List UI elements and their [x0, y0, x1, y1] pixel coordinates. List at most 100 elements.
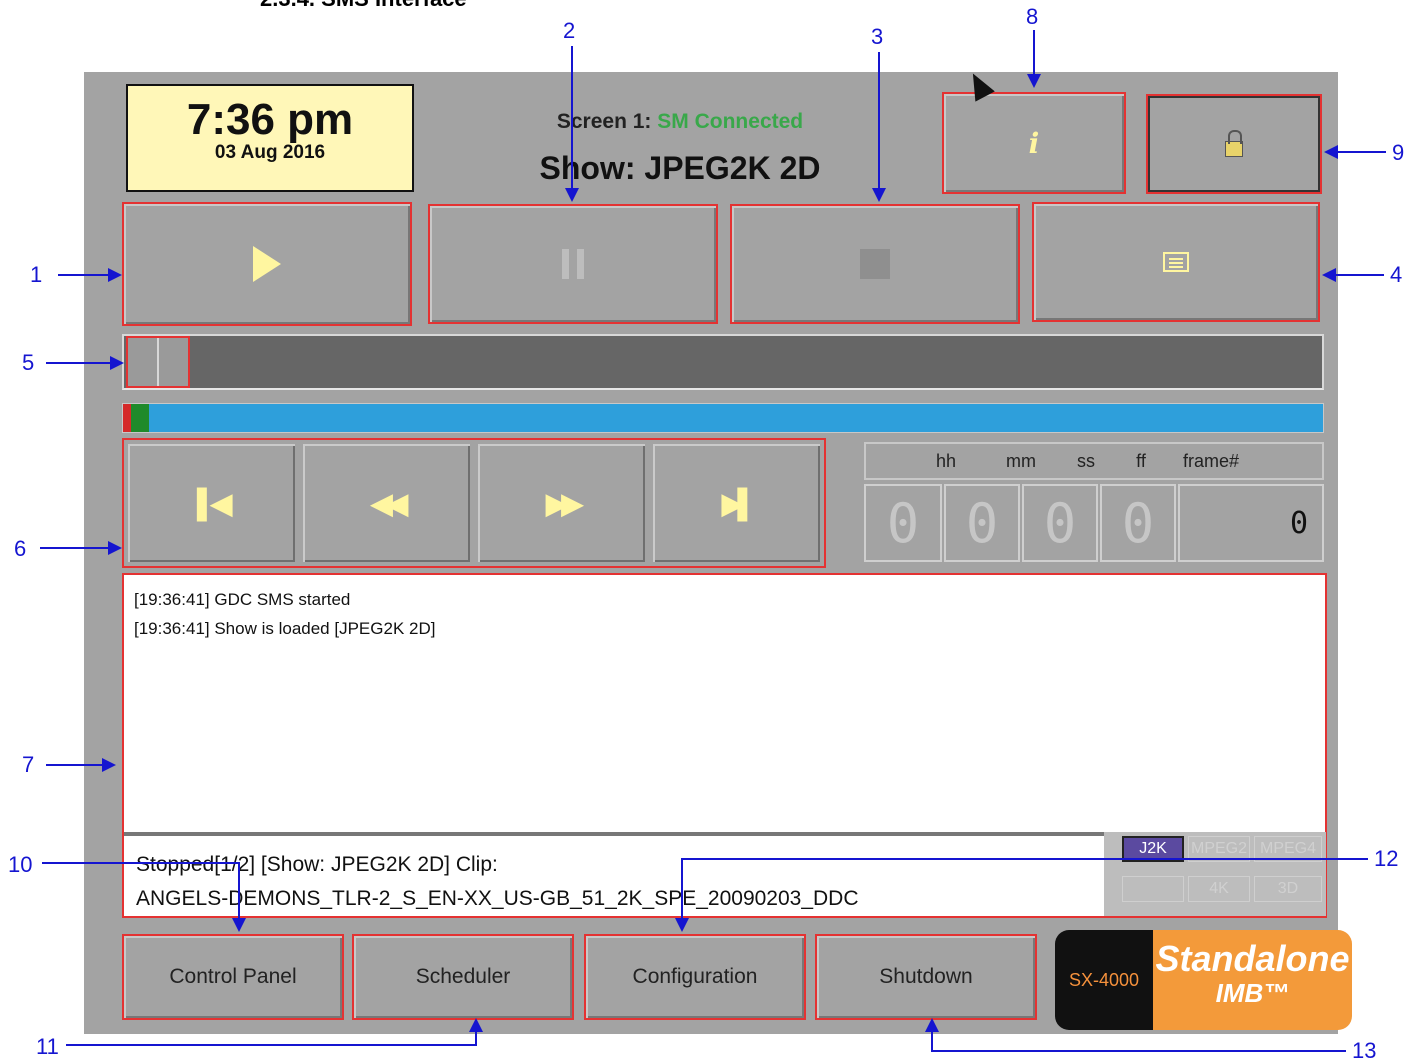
clock-time: 7:36 pm	[186, 95, 354, 144]
callout-5: 5	[22, 350, 35, 375]
tc-digit-ss: 0	[1022, 484, 1098, 562]
arrow-right-icon	[110, 356, 124, 370]
transport-controls: ▌◀ ◀◀ ▶▶ ▶▌	[122, 438, 826, 568]
codec-4k: 4K	[1188, 876, 1250, 902]
playback-progress-bar	[122, 403, 1324, 433]
timecode-header: hh mm ss ff frame#	[864, 442, 1324, 480]
callout-7: 7	[22, 752, 35, 777]
clock-panel: 7:36 pm 03 Aug 2016	[126, 84, 414, 192]
callout-9-line	[1336, 151, 1386, 153]
callout-1-line	[58, 274, 110, 276]
arrow-right-icon	[102, 758, 116, 772]
codec-indicators: J2K MPEG2 MPEG4 4K 3D	[1104, 832, 1326, 916]
arrow-down-icon	[232, 918, 246, 932]
stop-button[interactable]	[730, 204, 1020, 324]
tc-header-hh: hh	[935, 450, 957, 471]
callout-6: 6	[14, 536, 27, 561]
scheduler-button[interactable]: Scheduler	[352, 934, 574, 1020]
show-title: Show: JPEG2K 2D	[539, 150, 821, 186]
arrow-right-icon	[108, 541, 122, 555]
callout-10-line	[42, 862, 239, 864]
position-slider-track[interactable]	[122, 334, 1324, 390]
callout-13: 13	[1352, 1038, 1377, 1063]
stop-icon	[860, 249, 890, 279]
callout-2: 2	[563, 18, 576, 43]
arrow-down-icon	[1027, 74, 1041, 88]
callout-2-line	[571, 46, 573, 196]
playlist-button[interactable]	[1032, 202, 1320, 322]
log-line: [19:36:41] Show is loaded [JPEG2K 2D]	[134, 619, 436, 638]
tc-digit-ff: 0	[1100, 484, 1176, 562]
tc-digit-hh: 0	[864, 484, 942, 562]
skip-end-icon: ▶▌	[721, 487, 757, 519]
callout-3: 3	[871, 24, 884, 49]
tc-frame-number: 0	[1178, 484, 1324, 562]
lock-button[interactable]	[1146, 94, 1322, 194]
callout-1: 1	[30, 262, 43, 287]
callout-3-line	[878, 52, 880, 196]
fast-forward-icon: ▶▶	[545, 487, 583, 519]
configuration-button[interactable]: Configuration	[584, 934, 806, 1020]
callout-11-line	[475, 1030, 477, 1046]
play-button[interactable]	[122, 202, 412, 326]
brand-logo: SX-4000 Standalone IMB™	[1055, 930, 1352, 1030]
callout-13-line	[932, 1050, 1346, 1052]
callout-5-line	[46, 362, 114, 364]
fast-forward-button[interactable]: ▶▶	[478, 444, 645, 562]
callout-12-line	[682, 858, 1368, 860]
arrow-down-icon	[872, 188, 886, 202]
codec-3d: 3D	[1254, 876, 1322, 902]
arrow-up-icon	[469, 1018, 483, 1032]
connection-status: SM Connected	[657, 110, 804, 133]
codec-blank	[1122, 876, 1184, 902]
callout-11-line	[66, 1044, 476, 1046]
play-icon	[253, 246, 281, 282]
callout-8: 8	[1026, 4, 1039, 29]
rewind-icon: ◀◀	[370, 487, 408, 519]
rewind-button[interactable]: ◀◀	[303, 444, 470, 562]
callout-7-line	[46, 764, 104, 766]
pause-icon	[562, 249, 584, 279]
progress-marker-green	[131, 404, 149, 432]
position-slider-thumb[interactable]	[126, 336, 190, 388]
arrow-right-icon	[108, 268, 122, 282]
arrow-up-icon	[925, 1018, 939, 1032]
control-panel-button[interactable]: Control Panel	[122, 934, 344, 1020]
playlist-icon	[1163, 252, 1189, 272]
pause-button[interactable]	[428, 204, 718, 324]
playback-status: Stopped[1/2] [Show: JPEG2K 2D] Clip: ANG…	[124, 832, 1104, 914]
callout-11: 11	[36, 1034, 59, 1059]
callout-4: 4	[1390, 262, 1403, 287]
logo-subtitle: IMB™	[1215, 978, 1290, 1008]
lock-icon	[1225, 130, 1243, 157]
tc-header-ss: ss	[1077, 450, 1095, 471]
shutdown-button[interactable]: Shutdown	[815, 934, 1037, 1020]
skip-start-icon: ▌◀	[196, 487, 232, 519]
log-line: [19:36:41] GDC SMS started	[134, 590, 351, 609]
arrow-down-icon	[565, 188, 579, 202]
callout-4-line	[1334, 274, 1384, 276]
callout-9: 9	[1392, 140, 1405, 165]
tc-header-ff: ff	[1136, 450, 1146, 471]
logo-title: Standalone	[1155, 938, 1350, 979]
timecode-display: 0 0 0 0 0	[864, 484, 1324, 562]
callout-8-line	[1033, 30, 1035, 78]
arrow-left-icon	[1324, 145, 1338, 159]
clock-date: 03 Aug 2016	[214, 142, 326, 163]
info-icon: i	[1028, 126, 1040, 160]
tc-header-mm: mm	[1006, 450, 1036, 471]
callout-13-line	[931, 1030, 933, 1052]
callout-10-line	[238, 862, 240, 922]
progress-marker-red	[123, 404, 131, 432]
skip-to-end-button[interactable]: ▶▌	[653, 444, 820, 562]
status-line-1: Stopped[1/2] [Show: JPEG2K 2D] Clip:	[136, 853, 498, 876]
skip-to-start-button[interactable]: ▌◀	[128, 444, 295, 562]
tc-header-frame: frame#	[1182, 450, 1240, 471]
arrow-down-icon	[675, 918, 689, 932]
tc-digit-mm: 0	[944, 484, 1020, 562]
section-heading: 2.3.4. SMS Interface	[260, 0, 467, 12]
callout-12-line	[681, 858, 683, 922]
callout-12: 12	[1374, 846, 1399, 871]
screen-status: Screen 1: SM Connected	[470, 110, 890, 134]
info-button[interactable]: i	[942, 92, 1126, 194]
